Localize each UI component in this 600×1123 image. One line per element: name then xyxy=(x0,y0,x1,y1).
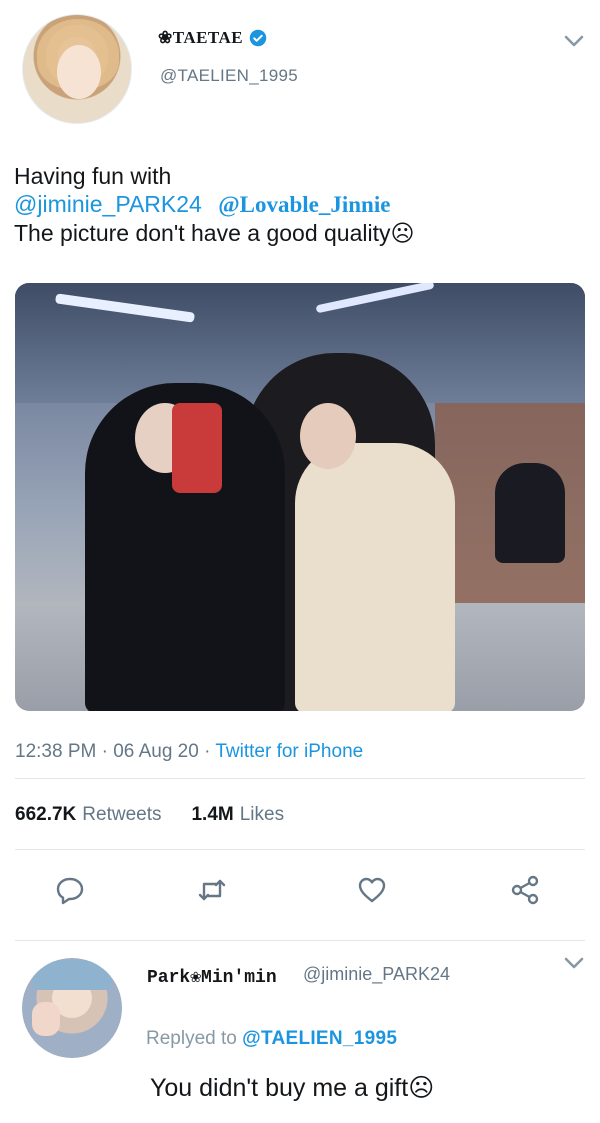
tweet-time: 12:38 PM xyxy=(15,741,97,762)
meta-separator: · xyxy=(204,741,211,762)
tweet-text-line3: The picture don't have a good quality☹ xyxy=(14,220,415,246)
avatar-hand xyxy=(32,1002,60,1036)
mention-link-lovable[interactable]: @Lovable_Jinnie xyxy=(218,192,390,217)
heart-icon xyxy=(358,877,386,903)
replying-prefix: Replyed to xyxy=(146,1028,237,1049)
retweets-label: Retweets xyxy=(82,804,162,825)
author-display-name[interactable]: ❀TAETAE xyxy=(158,28,267,48)
reply-author-avatar[interactable] xyxy=(22,958,122,1058)
reply-author-name[interactable]: Park❀Min'min xyxy=(147,966,277,988)
author-name-text: ❀TAETAE xyxy=(158,28,244,47)
retweet-icon xyxy=(198,879,226,901)
author-handle[interactable]: @TAELIEN_1995 xyxy=(160,66,298,86)
reply-button[interactable] xyxy=(50,870,90,910)
photo-face xyxy=(300,403,356,469)
tweet-text-line1: Having fun with xyxy=(14,163,172,189)
tweet-options-chevron-icon[interactable] xyxy=(563,34,585,48)
reply-icon xyxy=(56,877,84,905)
retweets-count: 662.7K xyxy=(15,804,77,825)
photo-phone xyxy=(172,403,222,493)
likes-label: Likes xyxy=(239,804,285,825)
photo-background-person xyxy=(495,463,565,563)
mention-link-jiminie[interactable]: @jiminie_PARK24 xyxy=(14,191,202,217)
avatar-cap xyxy=(32,960,112,990)
share-button[interactable] xyxy=(505,870,545,910)
tweet-date: 06 Aug 20 xyxy=(113,741,199,762)
retweets-stat[interactable]: 662.7K Retweets xyxy=(15,804,161,826)
reply-author-handle[interactable]: @jiminie_PARK24 xyxy=(303,964,450,985)
reply-options-chevron-icon[interactable] xyxy=(563,956,585,970)
divider xyxy=(15,778,585,779)
photo-person xyxy=(295,443,455,711)
tweet-photo[interactable] xyxy=(15,283,585,711)
divider xyxy=(15,940,585,941)
verified-badge-icon xyxy=(249,29,267,47)
retweet-button[interactable] xyxy=(192,870,232,910)
author-avatar[interactable] xyxy=(22,14,132,124)
tweet-mentions-line: @jiminie_PARK24 @Lovable_Jinnie xyxy=(14,190,584,219)
tweet-text: Having fun with @jiminie_PARK24 @Lovable… xyxy=(14,162,584,247)
meta-separator: · xyxy=(101,741,108,762)
tweet-action-bar xyxy=(0,870,600,910)
like-button[interactable] xyxy=(352,870,392,910)
divider xyxy=(15,849,585,850)
share-icon xyxy=(511,875,539,905)
replying-to-line: Replyed to @TAELIEN_1995 xyxy=(146,1028,397,1050)
avatar-face xyxy=(57,45,101,99)
tweet-stats: 662.7K Retweets 1.4M Likes xyxy=(15,804,284,826)
reply-text: You didn't buy me a gift☹ xyxy=(150,1074,435,1102)
replying-to-handle-link[interactable]: @TAELIEN_1995 xyxy=(242,1028,397,1049)
likes-stat[interactable]: 1.4M Likes xyxy=(191,804,284,826)
tweet-timestamp: 12:38 PM · 06 Aug 20 · Twitter for iPhon… xyxy=(15,741,363,763)
tweet-source-link[interactable]: Twitter for iPhone xyxy=(215,741,363,762)
likes-count: 1.4M xyxy=(191,804,234,825)
